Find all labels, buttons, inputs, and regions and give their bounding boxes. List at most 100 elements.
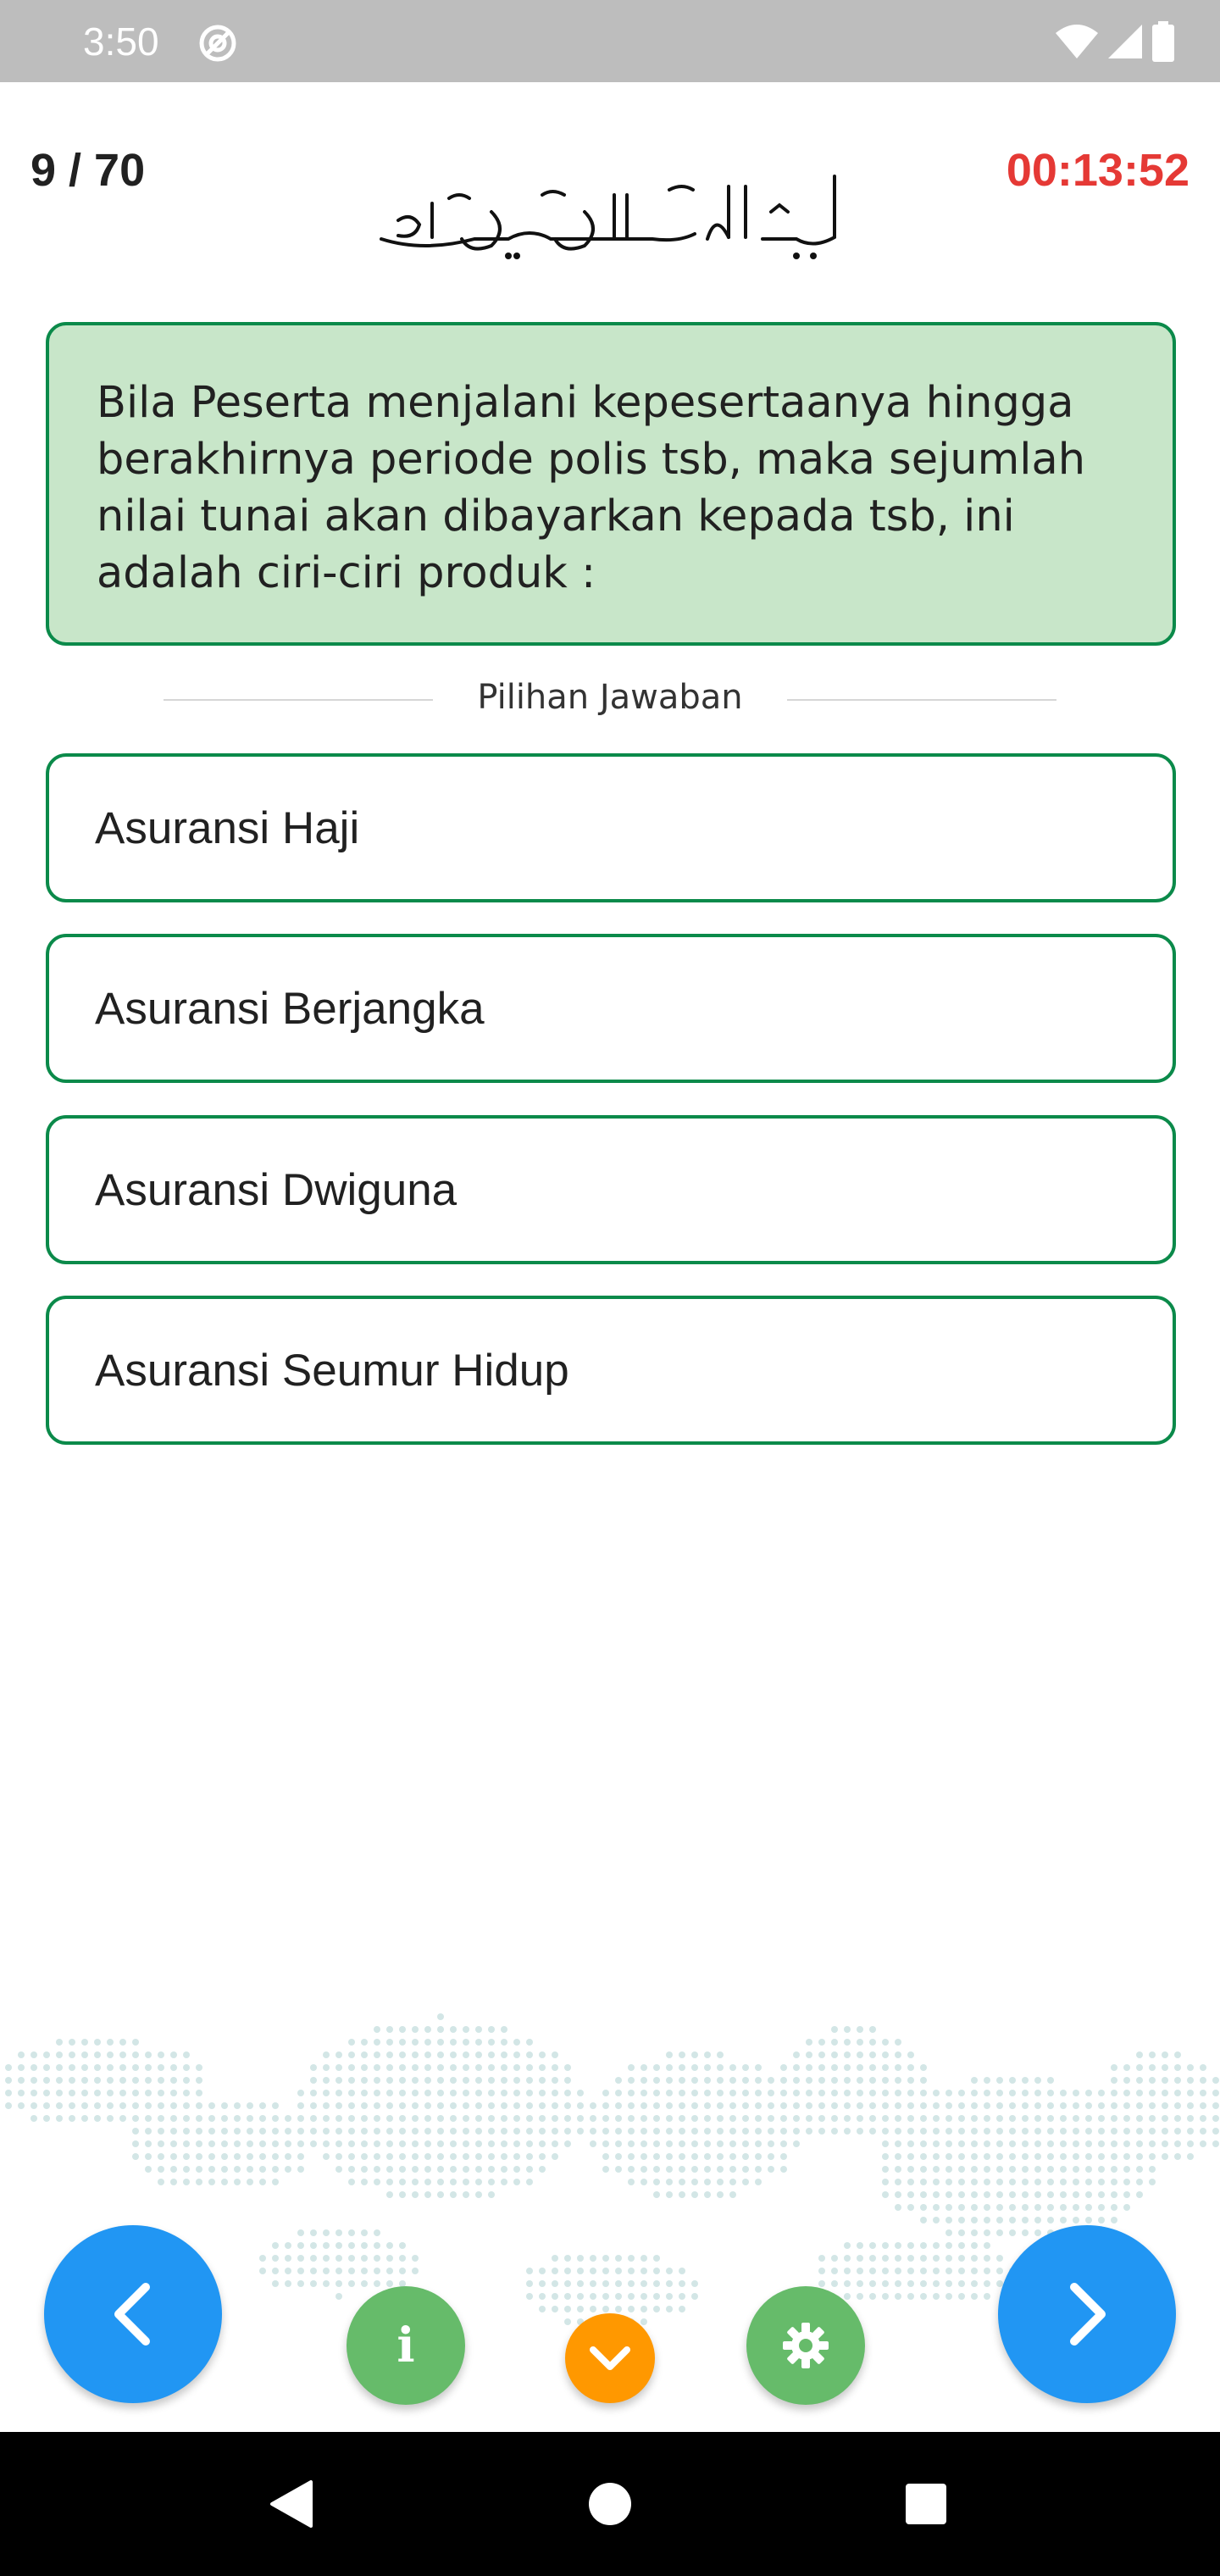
map-dot: [1162, 2064, 1168, 2071]
map-dot: [1212, 2115, 1219, 2122]
map-dot: [183, 2179, 190, 2185]
map-dot: [958, 2128, 965, 2135]
map-dot: [285, 2280, 291, 2287]
map-dot: [869, 2090, 876, 2096]
map-dot: [869, 2039, 876, 2046]
map-dot: [806, 2115, 812, 2122]
answer-option-4[interactable]: Asuransi Seumur Hidup: [46, 1296, 1176, 1445]
answer-option-2[interactable]: Asuransi Berjangka: [46, 934, 1176, 1083]
map-dot: [539, 2153, 546, 2160]
map-dot: [1073, 2179, 1079, 2185]
map-dot: [158, 2128, 164, 2135]
map-dot: [996, 2140, 1003, 2147]
map-dot: [628, 2140, 635, 2147]
map-dot: [882, 2293, 889, 2300]
map-dot: [374, 2064, 380, 2071]
map-dot: [742, 2064, 749, 2071]
map-dot: [1060, 2128, 1067, 2135]
map-dot: [526, 2128, 533, 2135]
next-question-button[interactable]: [998, 2225, 1176, 2403]
answer-option-3[interactable]: Asuransi Dwiguna: [46, 1115, 1176, 1264]
map-dot: [1136, 2115, 1143, 2122]
nav-back-button[interactable]: [252, 2466, 329, 2542]
nav-home-button[interactable]: [572, 2466, 648, 2542]
collapse-button[interactable]: [565, 2313, 655, 2403]
map-dot: [488, 2064, 495, 2071]
map-dot: [602, 2128, 609, 2135]
map-dot: [958, 2140, 965, 2147]
settings-button[interactable]: [746, 2286, 865, 2405]
map-dot: [704, 2179, 711, 2185]
map-dot: [450, 2102, 457, 2109]
map-dot: [386, 2280, 393, 2287]
map-dot: [1098, 2090, 1105, 2096]
map-dot: [666, 2179, 673, 2185]
map-dot: [615, 2280, 622, 2287]
map-dot: [18, 2090, 25, 2096]
map-dot: [869, 2268, 876, 2274]
map-dot: [361, 2051, 368, 2058]
map-dot: [5, 2077, 12, 2084]
map-dot: [145, 2077, 152, 2084]
map-dot: [323, 2115, 330, 2122]
map-dot: [755, 2077, 762, 2084]
map-dot: [107, 2115, 114, 2122]
map-dot: [234, 2128, 241, 2135]
map-dot: [158, 2051, 164, 2058]
map-dot: [526, 2140, 533, 2147]
map-dot: [946, 2280, 952, 2287]
map-dot: [399, 2128, 406, 2135]
map-dot: [285, 2255, 291, 2262]
map-dot: [577, 2293, 584, 2300]
map-dot: [1009, 2191, 1016, 2198]
nav-recents-button[interactable]: [888, 2466, 964, 2542]
map-dot: [1149, 2115, 1156, 2122]
info-button[interactable]: i: [347, 2286, 465, 2405]
map-dot: [463, 2090, 469, 2096]
map-dot: [348, 2153, 355, 2160]
map-dot: [958, 2255, 965, 2262]
map-dot: [920, 2268, 927, 2274]
map-dot: [56, 2115, 63, 2122]
previous-question-button[interactable]: [44, 2225, 222, 2403]
map-dot: [933, 2090, 940, 2096]
home-circle-icon: [589, 2483, 631, 2525]
map-dot: [399, 2268, 406, 2274]
map-dot: [1123, 2191, 1130, 2198]
map-dot: [5, 2090, 12, 2096]
map-dot: [272, 2179, 279, 2185]
map-dot: [679, 2280, 685, 2287]
map-dot: [640, 2293, 647, 2300]
map-dot: [793, 2077, 800, 2084]
map-dot: [374, 2140, 380, 2147]
map-dot: [1136, 2166, 1143, 2173]
map-dot: [1034, 2115, 1041, 2122]
answer-option-1[interactable]: Asuransi Haji: [46, 753, 1176, 902]
map-dot: [323, 2090, 330, 2096]
map-dot: [107, 2090, 114, 2096]
map-dot: [501, 2051, 507, 2058]
map-dot: [806, 2064, 812, 2071]
map-dot: [615, 2115, 622, 2122]
map-dot: [310, 2077, 317, 2084]
map-dot: [1149, 2051, 1156, 2058]
map-dot: [552, 2115, 558, 2122]
map-dot: [920, 2204, 927, 2211]
map-dot: [729, 2191, 736, 2198]
map-dot: [221, 2166, 228, 2173]
map-dot: [361, 2090, 368, 2096]
map-dot: [1149, 2166, 1156, 2173]
map-dot: [526, 2280, 533, 2287]
map-dot: [831, 2039, 838, 2046]
map-dot: [132, 2090, 139, 2096]
map-dot: [882, 2064, 889, 2071]
map-dot: [552, 2077, 558, 2084]
answer-option-label: Asuransi Seumur Hidup: [95, 1345, 569, 1396]
map-dot: [653, 2115, 660, 2122]
map-dot: [818, 2128, 825, 2135]
map-dot: [234, 2115, 241, 2122]
map-dot: [196, 2090, 202, 2096]
map-dot: [857, 2115, 863, 2122]
map-dot: [691, 2102, 698, 2109]
map-dot: [424, 2191, 431, 2198]
